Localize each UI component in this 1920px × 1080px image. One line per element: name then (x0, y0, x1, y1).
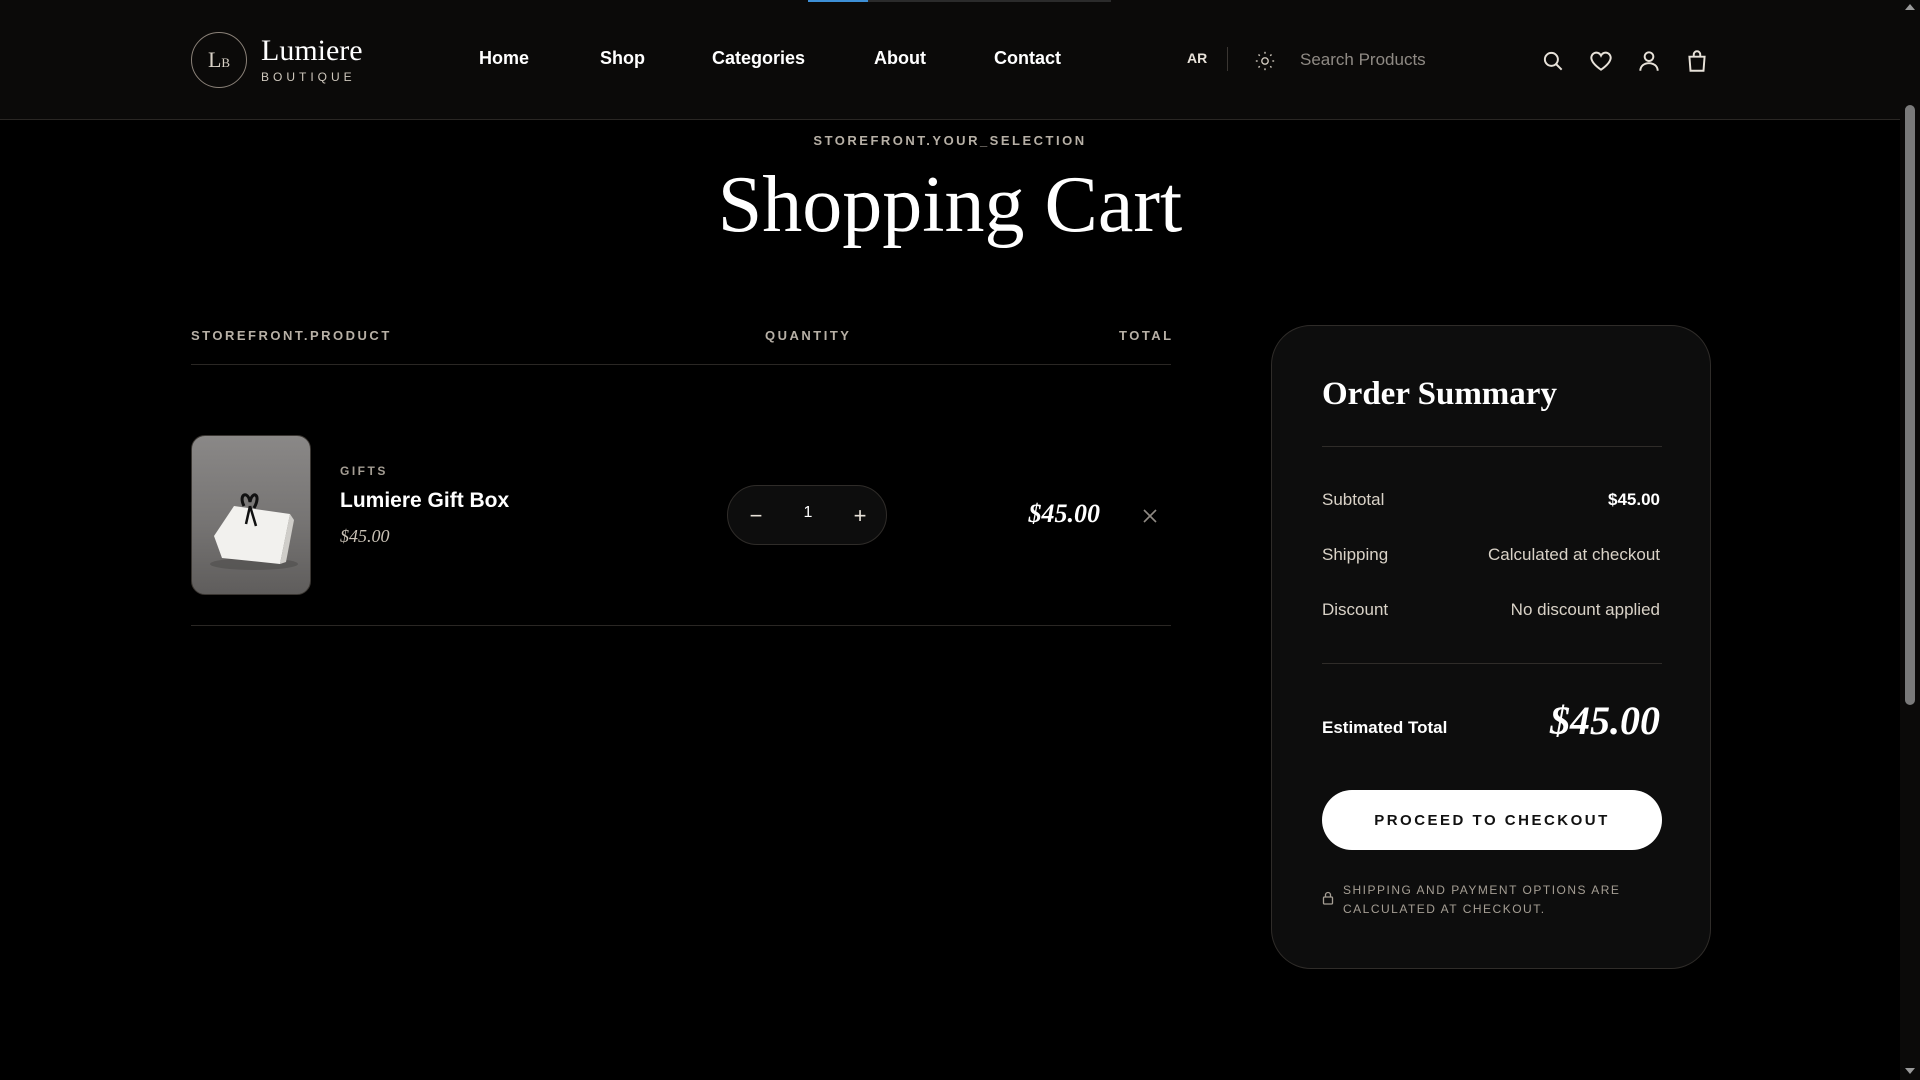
nav-about[interactable]: About (874, 48, 926, 69)
subtotal-label: Subtotal (1322, 490, 1385, 509)
product-category: GIFTS (340, 464, 388, 478)
subtotal-value: $45.00 (1608, 490, 1660, 509)
proceed-to-checkout-button[interactable]: PROCEED TO CHECKOUT (1322, 790, 1662, 850)
quantity-increase-button[interactable]: + (844, 500, 876, 532)
page-eyebrow: STOREFRONT.YOUR_SELECTION (813, 133, 1087, 148)
discount-value: No discount applied (1510, 600, 1660, 619)
bag-icon[interactable] (1684, 48, 1710, 74)
nav-shop[interactable]: Shop (600, 48, 645, 69)
site-header: LB Lumiere BOUTIQUE Home Shop Categories… (0, 0, 1900, 120)
order-summary-title: Order Summary (1322, 376, 1557, 412)
table-row-divider (191, 625, 1171, 626)
user-icon[interactable] (1636, 48, 1662, 74)
line-total: $45.00 (1028, 499, 1101, 528)
lock-icon (1322, 891, 1334, 905)
column-header-total: TOTAL (1119, 328, 1174, 343)
gift-box-image (210, 493, 298, 570)
header-divider (1227, 47, 1228, 71)
scrollbar-thumb[interactable] (1905, 105, 1915, 705)
discount-label: Discount (1322, 600, 1389, 619)
shipping-value: Calculated at checkout (1488, 545, 1660, 564)
estimated-total-label: Estimated Total (1322, 718, 1448, 737)
brand-monogram: LB (191, 32, 247, 88)
product-name[interactable]: Lumiere Gift Box (340, 489, 509, 513)
estimated-total-value: $45.00 (1550, 698, 1660, 743)
sun-icon[interactable] (1254, 50, 1276, 72)
close-icon (1143, 509, 1157, 523)
page-title: Shopping Cart (717, 161, 1183, 249)
page-scrollbar[interactable] (1900, 0, 1920, 1080)
quantity-stepper: − 1 + (727, 485, 887, 545)
remove-item-button[interactable] (1138, 504, 1162, 528)
column-header-product: STOREFRONT.PRODUCT (191, 328, 392, 343)
loading-bar-fill (808, 0, 868, 2)
brand-name: Lumiere (261, 34, 363, 67)
brand-logo[interactable]: LB Lumiere BOUTIQUE (191, 32, 363, 88)
nav-categories[interactable]: Categories (712, 48, 805, 69)
brand-tagline: BOUTIQUE (261, 70, 356, 84)
summary-divider-top (1322, 446, 1662, 447)
nav-home[interactable]: Home (479, 48, 529, 69)
product-thumbnail[interactable] (191, 435, 311, 595)
checkout-note: SHIPPING AND PAYMENT OPTIONS ARE CALCULA… (1343, 883, 1621, 916)
scroll-down-arrow[interactable] (1905, 1068, 1915, 1074)
summary-divider-bottom (1322, 663, 1662, 664)
product-unit-price: $45.00 (340, 526, 390, 546)
page-loading-bar (808, 0, 1111, 2)
quantity-value[interactable]: 1 (786, 504, 830, 522)
column-header-quantity: QUANTITY (765, 328, 852, 343)
nav-contact[interactable]: Contact (994, 48, 1061, 69)
table-header-divider (191, 364, 1171, 365)
scroll-up-arrow[interactable] (1905, 4, 1915, 10)
search-input[interactable] (1300, 44, 1530, 76)
search-icon[interactable] (1540, 48, 1566, 74)
order-summary-card: Order Summary Subtotal $45.00 Shipping C… (1271, 325, 1711, 969)
quantity-decrease-button[interactable]: − (740, 500, 772, 532)
shipping-label: Shipping (1322, 545, 1389, 564)
language-switch[interactable]: AR (1187, 50, 1207, 66)
heart-icon[interactable] (1588, 48, 1614, 74)
